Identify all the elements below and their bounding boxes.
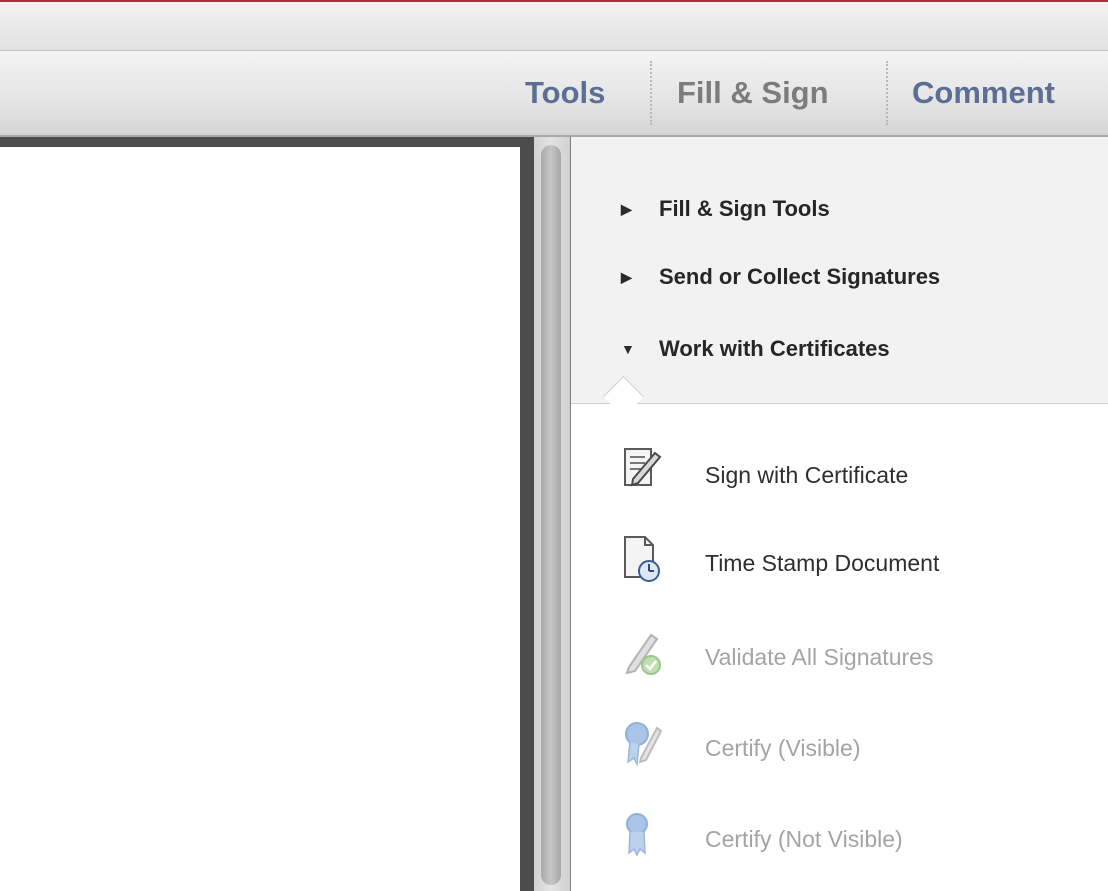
section-label: Fill & Sign Tools	[659, 196, 830, 221]
section-label: Work with Certificates	[659, 336, 890, 361]
tab-separator	[886, 61, 888, 125]
tool-certify-not-visible[interactable]: Certify (Not Visible)	[621, 809, 1101, 869]
scrollbar-thumb[interactable]	[541, 145, 561, 885]
tab-comment[interactable]: Comment	[912, 51, 1055, 135]
section-work-with-certificates[interactable]: ▼ Work with Certificates	[621, 329, 890, 369]
tool-label: Sign with Certificate	[705, 462, 909, 488]
panel-section-list: ▶ Fill & Sign Tools ▶ Send or Collect Sign…	[571, 137, 1108, 404]
tool-sign-with-certificate[interactable]: Sign with Certificate	[621, 445, 1101, 505]
tool-time-stamp-document[interactable]: Time Stamp Document	[621, 533, 1101, 593]
tool-certify-visible[interactable]: Certify (Visible)	[621, 718, 1101, 778]
tool-label: Certify (Visible)	[705, 735, 861, 761]
expand-arrow-icon: ▶	[621, 269, 632, 285]
section-label: Send or Collect Signatures	[659, 264, 941, 289]
time-stamp-icon	[621, 533, 663, 585]
expand-arrow-icon: ▶	[621, 201, 632, 217]
main-toolbar: Tools Fill & Sign Comment	[0, 51, 1108, 137]
title-bar	[0, 2, 1108, 51]
certify-not-visible-icon	[621, 809, 663, 861]
tool-label: Certify (Not Visible)	[705, 826, 903, 852]
certify-visible-icon	[621, 718, 663, 770]
validate-signatures-icon	[621, 627, 663, 679]
tool-validate-all-signatures[interactable]: Validate All Signatures	[621, 627, 1101, 687]
collapse-arrow-icon: ▼	[621, 341, 635, 357]
tab-separator	[650, 61, 652, 125]
section-fill-and-sign-tools[interactable]: ▶ Fill & Sign Tools	[621, 189, 830, 229]
tab-tools[interactable]: Tools	[525, 51, 605, 135]
section-send-or-collect-signatures[interactable]: ▶ Send or Collect Signatures	[621, 257, 940, 297]
document-page[interactable]	[0, 137, 525, 891]
document-frame-top	[0, 137, 525, 147]
sign-certificate-icon	[621, 445, 663, 497]
right-tools-panel: ▶ Fill & Sign Tools ▶ Send or Collect Sign…	[571, 137, 1108, 891]
document-frame-edge	[520, 137, 534, 891]
tab-fill-and-sign[interactable]: Fill & Sign	[677, 51, 829, 135]
tool-label: Validate All Signatures	[705, 644, 934, 670]
tool-label: Time Stamp Document	[705, 550, 940, 576]
